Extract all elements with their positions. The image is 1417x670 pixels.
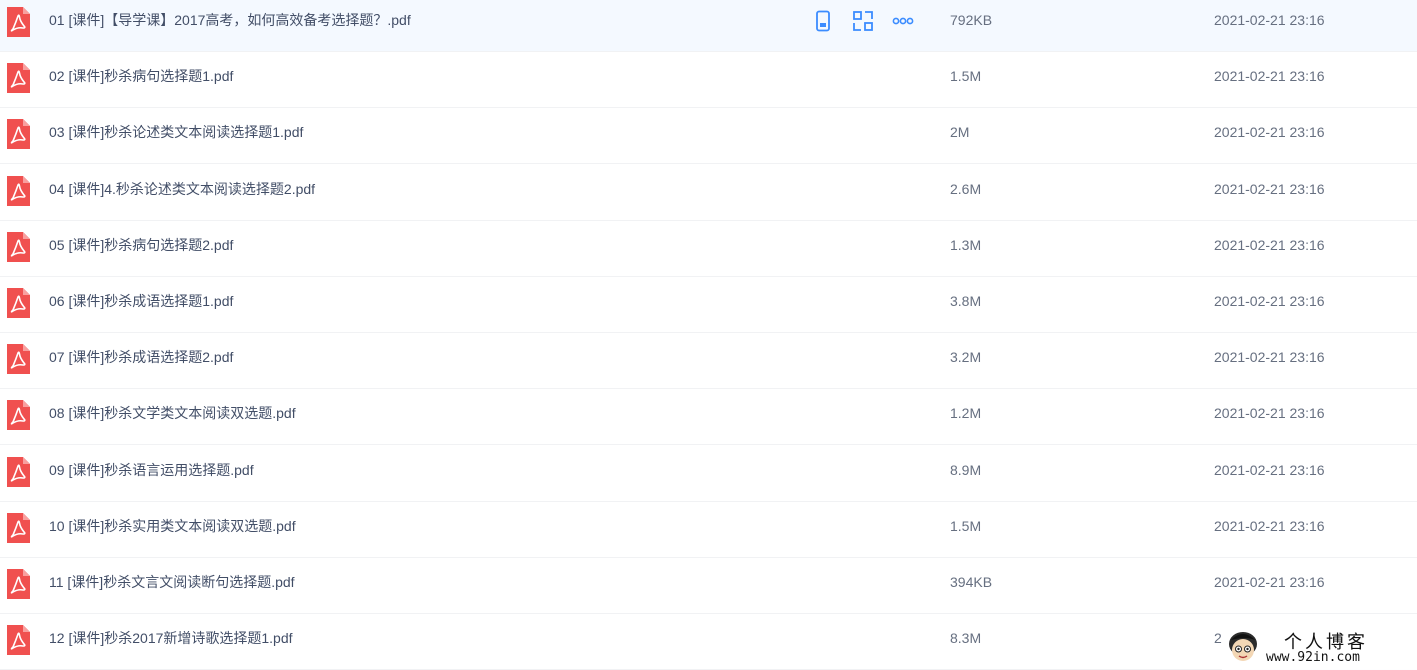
- file-modified-time: 2021-02-21 23:16: [1214, 574, 1325, 590]
- pdf-icon: [7, 457, 30, 487]
- file-row[interactable]: 04 [课件]4.秒杀论述类文本阅读选择题2.pdf 2.6M 2021-02-21…: [0, 165, 1417, 221]
- pdf-icon: [7, 232, 30, 262]
- pdf-icon: [7, 176, 30, 206]
- file-size: 8.9M: [950, 462, 982, 478]
- file-row[interactable]: 10 [课件]秒杀实用类文本阅读双选题.pdf 1.5M 2021-02-21 23…: [0, 502, 1417, 558]
- file-name[interactable]: 11 [课件]秒杀文言文阅读断句选择题.pdf: [49, 558, 295, 614]
- file-row[interactable]: 12 [课件]秒杀2017新增诗歌选择题1.pdf 8.3M 2: [0, 614, 1417, 670]
- file-size: 1.3M: [950, 237, 982, 253]
- pdf-icon: [7, 288, 30, 318]
- file-modified-time: 2: [1214, 630, 1222, 646]
- file-modified-time: 2021-02-21 23:16: [1214, 518, 1325, 534]
- file-size: 1.5M: [950, 518, 982, 534]
- file-name[interactable]: 06 [课件]秒杀成语选择题1.pdf: [49, 277, 233, 333]
- avatar-logo-icon: [1229, 632, 1257, 661]
- more-icon[interactable]: [892, 10, 914, 32]
- pdf-icon: [7, 63, 30, 93]
- file-size: 2.6M: [950, 181, 982, 197]
- file-size: 394KB: [950, 574, 993, 590]
- file-name[interactable]: 12 [课件]秒杀2017新增诗歌选择题1.pdf: [49, 614, 293, 670]
- file-modified-time: 2021-02-21 23:16: [1214, 124, 1325, 140]
- watermark: 个人博客 www.92in.com: [1222, 626, 1417, 670]
- file-name[interactable]: 08 [课件]秒杀文学类文本阅读双选题.pdf: [49, 389, 296, 445]
- file-row[interactable]: 11 [课件]秒杀文言文阅读断句选择题.pdf 394KB 2021-02-21 2…: [0, 558, 1417, 614]
- pdf-icon: [7, 400, 30, 430]
- file-name[interactable]: 07 [课件]秒杀成语选择题2.pdf: [49, 333, 233, 389]
- file-name[interactable]: 04 [课件]4.秒杀论述类文本阅读选择题2.pdf: [49, 165, 315, 221]
- file-row[interactable]: 01 [课件]【导学课】2017高考，如何高效备考选择题？.pdf 792KB 20…: [0, 0, 1417, 52]
- file-name[interactable]: 01 [课件]【导学课】2017高考，如何高效备考选择题？.pdf: [49, 0, 411, 52]
- file-modified-time: 2021-02-21 23:16: [1214, 237, 1325, 253]
- file-size: 2M: [950, 124, 970, 140]
- file-name[interactable]: 02 [课件]秒杀病句选择题1.pdf: [49, 52, 233, 108]
- file-row[interactable]: 09 [课件]秒杀语言运用选择题.pdf 8.9M 2021-02-21 23:16: [0, 446, 1417, 502]
- file-modified-time: 2021-02-21 23:16: [1214, 181, 1325, 197]
- file-list: 01 [课件]【导学课】2017高考，如何高效备考选择题？.pdf 792KB 20…: [0, 0, 1417, 670]
- file-modified-time: 2021-02-21 23:16: [1214, 293, 1325, 309]
- pdf-icon: [7, 7, 30, 37]
- file-modified-time: 2021-02-21 23:16: [1214, 12, 1325, 28]
- pdf-icon: [7, 513, 30, 543]
- file-size: 1.2M: [950, 405, 982, 421]
- file-row[interactable]: 02 [课件]秒杀病句选择题1.pdf 1.5M 2021-02-21 23:16: [0, 52, 1417, 108]
- file-row[interactable]: 03 [课件]秒杀论述类文本阅读选择题1.pdf 2M 2021-02-21 23:…: [0, 108, 1417, 164]
- file-row[interactable]: 06 [课件]秒杀成语选择题1.pdf 3.8M 2021-02-21 23:16: [0, 277, 1417, 333]
- file-modified-time: 2021-02-21 23:16: [1214, 462, 1325, 478]
- pdf-icon: [7, 119, 30, 149]
- pdf-icon: [7, 625, 30, 655]
- share-icon[interactable]: [852, 10, 874, 32]
- file-name[interactable]: 10 [课件]秒杀实用类文本阅读双选题.pdf: [49, 502, 296, 558]
- file-name[interactable]: 09 [课件]秒杀语言运用选择题.pdf: [49, 446, 254, 502]
- file-size: 1.5M: [950, 68, 982, 84]
- file-modified-time: 2021-02-21 23:16: [1214, 68, 1325, 84]
- phone-icon[interactable]: [812, 10, 834, 32]
- file-row[interactable]: 07 [课件]秒杀成语选择题2.pdf 3.2M 2021-02-21 23:16: [0, 333, 1417, 389]
- file-name[interactable]: 05 [课件]秒杀病句选择题2.pdf: [49, 221, 233, 277]
- watermark-url: www.92in.com: [1266, 650, 1360, 665]
- file-size: 3.2M: [950, 349, 982, 365]
- file-name[interactable]: 03 [课件]秒杀论述类文本阅读选择题1.pdf: [49, 108, 303, 164]
- file-modified-time: 2021-02-21 23:16: [1214, 405, 1325, 421]
- file-row[interactable]: 08 [课件]秒杀文学类文本阅读双选题.pdf 1.2M 2021-02-21 23…: [0, 389, 1417, 445]
- file-size: 8.3M: [950, 630, 982, 646]
- pdf-icon: [7, 569, 30, 599]
- file-modified-time: 2021-02-21 23:16: [1214, 349, 1325, 365]
- pdf-icon: [7, 344, 30, 374]
- file-row[interactable]: 05 [课件]秒杀病句选择题2.pdf 1.3M 2021-02-21 23:16: [0, 221, 1417, 277]
- file-size: 3.8M: [950, 293, 982, 309]
- file-size: 792KB: [950, 12, 993, 28]
